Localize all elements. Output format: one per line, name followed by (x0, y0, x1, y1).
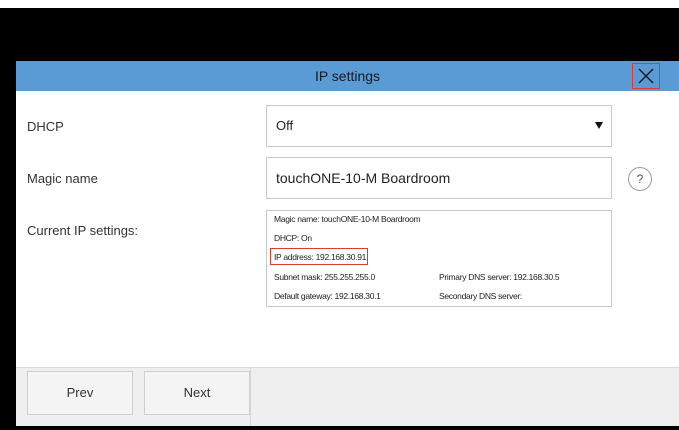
magic-name-value: touchONE-10-M Boardroom (276, 170, 451, 186)
prev-button[interactable]: Prev (27, 371, 133, 415)
info-ip-address: IP address: 192.168.30.91 (274, 252, 367, 262)
info-magic-name: Magic name: touchONE-10-M Boardroom (274, 214, 421, 224)
bar-divider (250, 368, 251, 426)
dhcp-label: DHCP (27, 119, 64, 134)
info-subnet-mask: Subnet mask: 255.255.255.0 (274, 272, 375, 282)
navigation-bar: Prev Next (16, 367, 679, 426)
dropdown-arrow-icon (595, 122, 603, 129)
next-button[interactable]: Next (144, 371, 250, 415)
ip-settings-dialog: IP settings DHCP Off Magic name touchONE… (16, 61, 679, 426)
current-ip-info-box: Magic name: touchONE-10-M Boardroom DHCP… (266, 210, 612, 307)
dhcp-selected-value: Off (276, 118, 294, 133)
magic-name-label: Magic name (27, 171, 98, 186)
close-button[interactable] (632, 63, 660, 89)
magic-name-input[interactable]: touchONE-10-M Boardroom (266, 157, 612, 199)
dhcp-select[interactable]: Off (266, 105, 612, 147)
top-strip (0, 0, 679, 8)
current-ip-settings-label: Current IP settings: (27, 223, 139, 238)
info-secondary-dns: Secondary DNS server: (439, 291, 522, 301)
title-bar: IP settings (16, 61, 679, 91)
close-icon (638, 68, 654, 84)
info-dhcp: DHCP: On (274, 233, 312, 243)
info-default-gateway: Default gateway: 192.168.30.1 (274, 291, 381, 301)
help-button[interactable]: ? (628, 167, 652, 191)
dialog-title: IP settings (314, 68, 381, 84)
info-primary-dns: Primary DNS server: 192.168.30.5 (439, 272, 560, 282)
